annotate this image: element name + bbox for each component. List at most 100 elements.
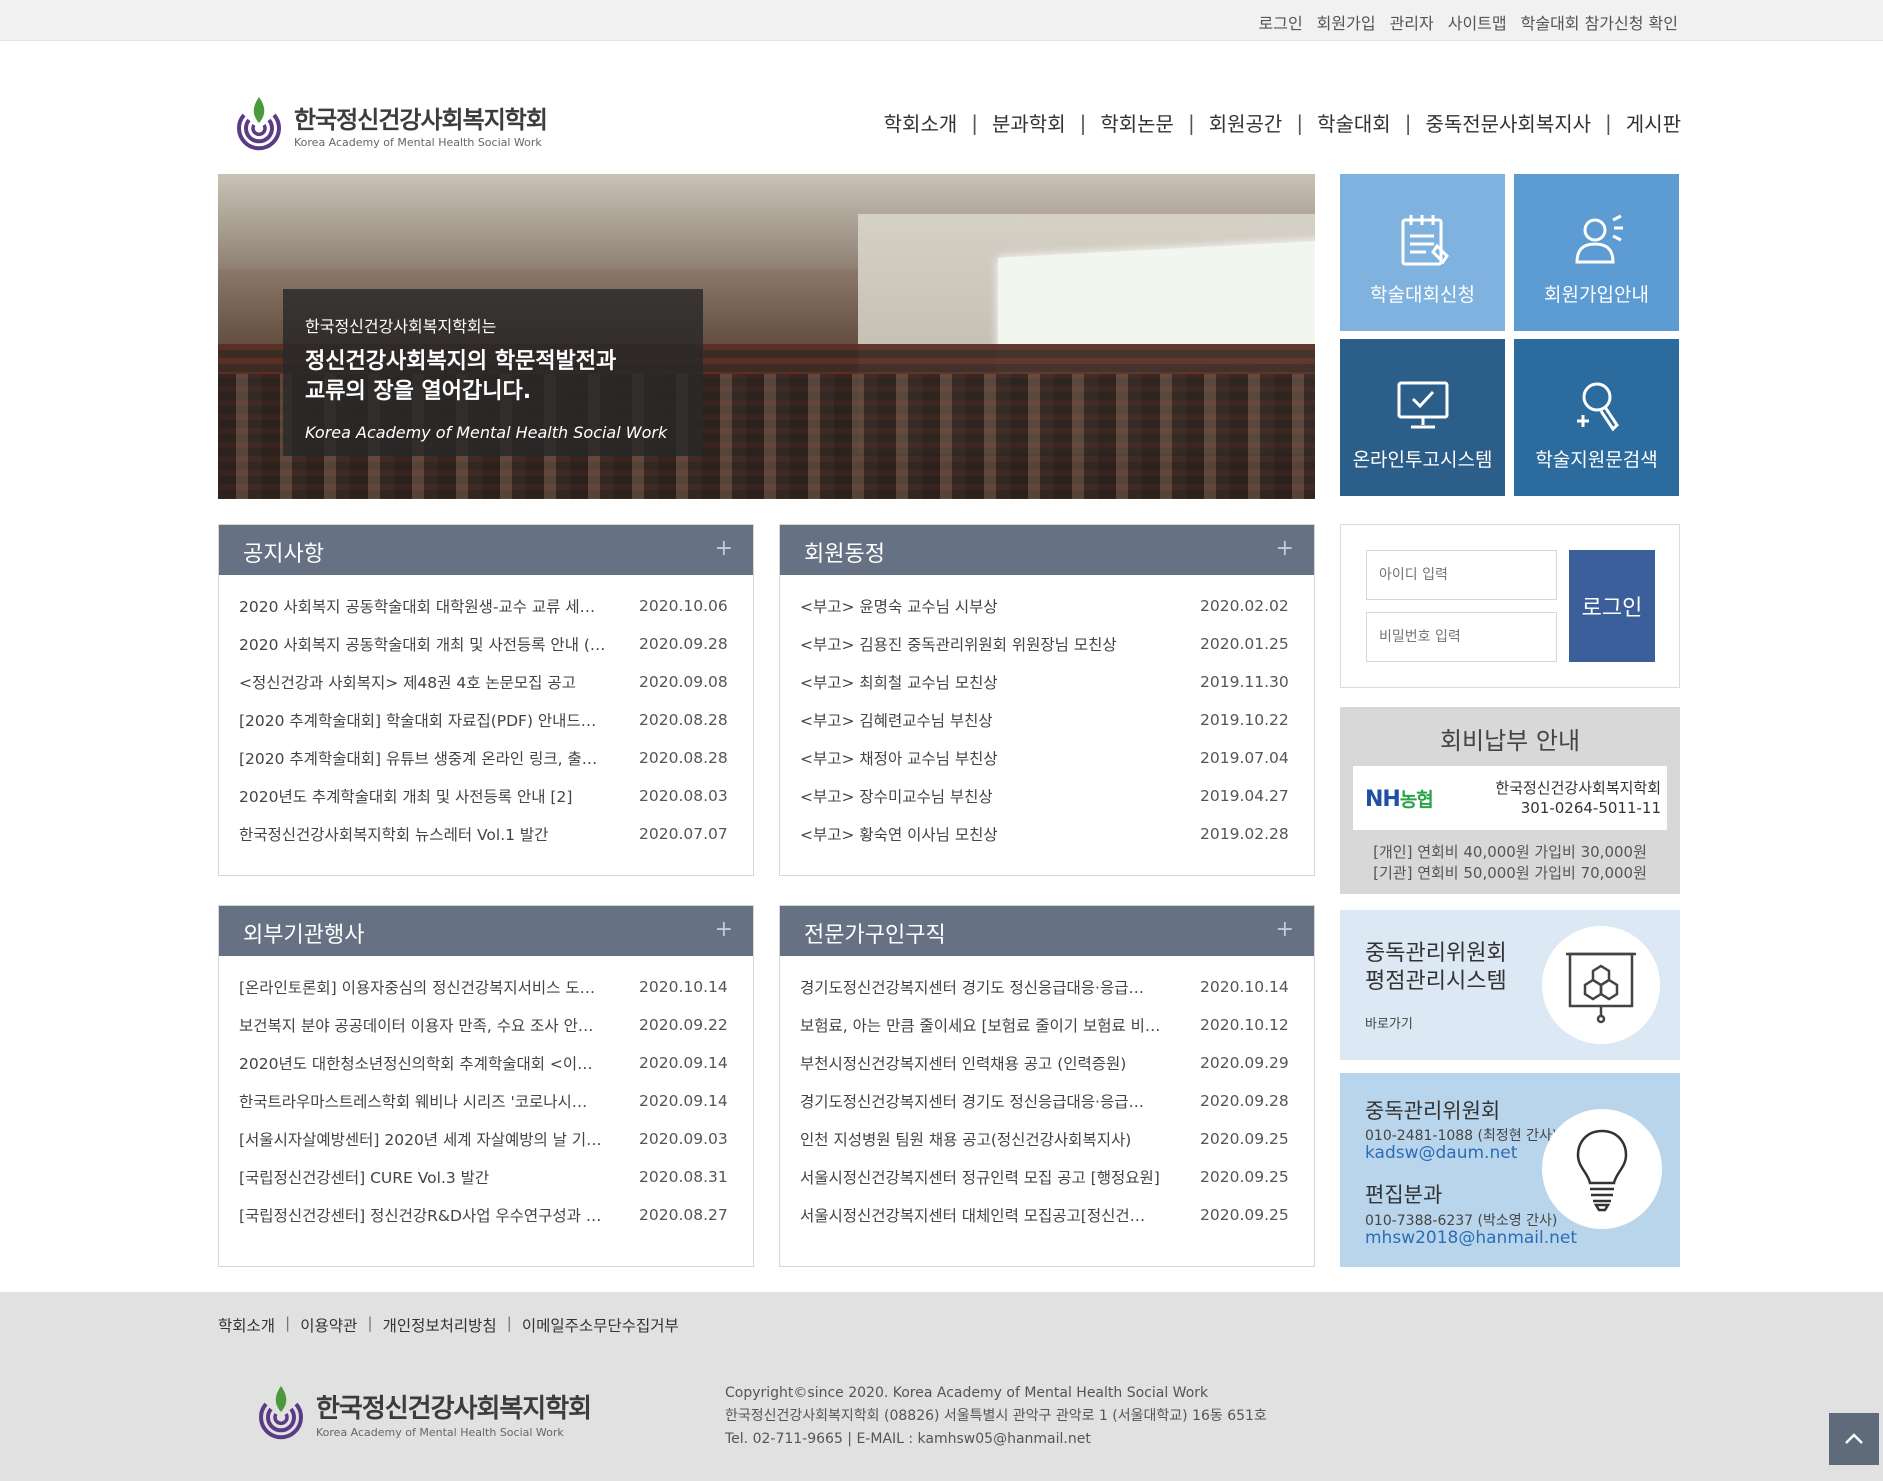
nav-papers[interactable]: 학회논문: [1100, 108, 1174, 137]
user-icon: [1567, 212, 1627, 268]
footer-contact: Tel. 02-711-9665 | E-MAIL : kamhsw05@han…: [725, 1431, 1091, 1447]
list-item[interactable]: [2020 추계학술대회] 학술대회 자료집(PDF) 안내드… 2020.08.…: [219, 701, 753, 739]
list-item[interactable]: 2020년도 추계학술대회 개최 및 사전등록 안내 [2] 2020.08.03: [219, 777, 753, 815]
conference-check-link[interactable]: 학술대회 참가신청 확인: [1521, 10, 1678, 34]
list-item[interactable]: [2020 추계학술대회] 유튜브 생중계 온라인 링크, 출… 2020.08.…: [219, 739, 753, 777]
hero-banner: 한국정신건강사회복지학회는 정신건강사회복지의 학문적발전과 교류의 장을 열어…: [218, 174, 1315, 499]
presentation-board-icon: [1542, 926, 1660, 1044]
footer-email-policy-link[interactable]: 이메일주소무단수집거부: [522, 1314, 679, 1336]
list-item[interactable]: <부고> 김용진 중독관리위원회 위원장님 모친상 2020.01.25: [780, 625, 1314, 663]
list-item[interactable]: <정신건강과 사회복지> 제48권 4호 논문모집 공고 2020.09.08: [219, 663, 753, 701]
nav-board[interactable]: 게시판: [1626, 108, 1681, 137]
nav-divider: |: [1187, 110, 1195, 135]
list-item[interactable]: <부고> 채정아 교수님 부친상 2019.07.04: [780, 739, 1314, 777]
list-item[interactable]: [온라인토론회] 이용자중심의 정신건강복지서비스 도… 2020.10.14: [219, 968, 753, 1006]
shortcut-link[interactable]: 바로가기: [1365, 1013, 1413, 1032]
nav-about[interactable]: 학회소개: [884, 108, 958, 137]
logo-subtitle: Korea Academy of Mental Health Social Wo…: [294, 135, 542, 149]
footer-terms-link[interactable]: 이용약관: [300, 1314, 357, 1336]
list-item[interactable]: 2020년도 대한청소년정신의학회 추계학술대회 <이… 2020.09.14: [219, 1044, 753, 1082]
list-item[interactable]: 부천시정신건강복지센터 인력채용 공고 (인력증원) 2020.09.29: [780, 1044, 1314, 1082]
nav-divider: |: [1296, 110, 1304, 135]
more-plus-icon[interactable]: +: [715, 536, 733, 561]
footer-logo-title: 한국정신건강사회복지학회: [316, 1393, 592, 1424]
list-item[interactable]: 인천 지성병원 팀원 채용 공고(정신건강사회복지사) 2020.09.25: [780, 1120, 1314, 1158]
list-item[interactable]: [서울시자살예방센터] 2020년 세계 자살예방의 날 기… 2020.09.0…: [219, 1120, 753, 1158]
account-holder: 한국정신건강사회복지학회: [1495, 779, 1661, 797]
quick-submission-label: 온라인투고시스템: [1352, 449, 1493, 471]
more-plus-icon[interactable]: +: [1276, 917, 1294, 942]
quick-journal-search[interactable]: 학술지원문검색: [1514, 339, 1679, 496]
chevron-up-icon: [1845, 1433, 1863, 1444]
lightbulb-icon: [1542, 1109, 1662, 1229]
list-item[interactable]: <부고> 장수미교수님 부친상 2019.04.27: [780, 777, 1314, 815]
board-notice: 공지사항 + 2020 사회복지 공동학술대회 대학원생-교수 교류 세… 202…: [218, 524, 754, 876]
quick-online-submission[interactable]: 온라인투고시스템: [1340, 339, 1505, 496]
list-item[interactable]: 경기도정신건강복지센터 경기도 정신응급대응·응급… 2020.10.14: [780, 968, 1314, 1006]
logo-emblem-icon: [230, 93, 288, 155]
committee-title-line2: 평점관리시스템: [1365, 969, 1507, 994]
board-title: 회원동정: [804, 542, 885, 567]
board-header: 전문가구인구직 +: [780, 906, 1314, 956]
fee-personal: [개인] 연회비 40,000원 가입비 30,000원: [1373, 843, 1647, 861]
list-item[interactable]: 경기도정신건강복지센터 경기도 정신응급대응·응급… 2020.09.28: [780, 1082, 1314, 1120]
board-jobs: 전문가구인구직 + 경기도정신건강복지센터 경기도 정신응급대응·응급… 2020…: [779, 905, 1315, 1267]
hero-line2: 정신건강사회복지의 학문적발전과: [305, 349, 617, 374]
search-icon: [1567, 377, 1627, 433]
quick-search-label: 학술지원문검색: [1535, 449, 1658, 471]
nav-divider: |: [971, 110, 978, 135]
list-item[interactable]: <부고> 최희철 교수님 모친상 2019.11.30: [780, 663, 1314, 701]
footer-info: Copyright©since 2020. Korea Academy of M…: [725, 1382, 1267, 1451]
list-item[interactable]: 서울시정신건강복지센터 대체인력 모집공고[정신건… 2020.09.25: [780, 1196, 1314, 1234]
list-item[interactable]: 2020 사회복지 공동학술대회 개최 및 사전등록 안내 (… 2020.09.…: [219, 625, 753, 663]
footer-privacy-link[interactable]: 개인정보처리방침: [383, 1314, 497, 1336]
board-header: 회원동정 +: [780, 525, 1314, 575]
main-nav: 학회소개 | 분과학회 | 학회논문 | 회원공간 | 학술대회 | 중독전문사회복지사 |…: [884, 108, 1681, 137]
quick-conference-apply[interactable]: 학술대회신청: [1340, 174, 1505, 331]
login-button[interactable]: 로그인: [1569, 550, 1655, 662]
signup-link[interactable]: 회원가입: [1317, 10, 1376, 34]
password-input[interactable]: [1366, 612, 1557, 662]
login-link[interactable]: 로그인: [1259, 10, 1303, 34]
footer-logo: 한국정신건강사회복지학회 Korea Academy of Mental Hea…: [252, 1382, 592, 1444]
id-input[interactable]: [1366, 550, 1557, 600]
nav-members[interactable]: 회원공간: [1209, 108, 1283, 137]
footer-links: 학회소개 | 이용약관 | 개인정보처리방침 | 이메일주소무단수집거부: [218, 1314, 679, 1336]
hero-caption: 한국정신건강사회복지학회는 정신건강사회복지의 학문적발전과 교류의 장을 열어…: [283, 289, 703, 456]
addiction-committee-email[interactable]: kadsw@daum.net: [1365, 1143, 1517, 1163]
more-plus-icon[interactable]: +: [715, 917, 733, 942]
nav-addiction[interactable]: 중독전문사회복지사: [1425, 108, 1591, 137]
bank-account-card: NH농협 한국정신건강사회복지학회 301-0264-5011-11: [1353, 766, 1667, 830]
list-item[interactable]: <부고> 김혜련교수님 부친상 2019.10.22: [780, 701, 1314, 739]
nav-conference[interactable]: 학술대회: [1317, 108, 1391, 137]
list-item[interactable]: 한국정신건강사회복지학회 뉴스레터 Vol.1 발간 2020.07.07: [219, 815, 753, 853]
list-item[interactable]: 2020 사회복지 공동학술대회 대학원생-교수 교류 세… 2020.10.06: [219, 587, 753, 625]
footer-address: 한국정신건강사회복지학회 (08826) 서울특별시 관악구 관악로 1 (서울…: [725, 1408, 1267, 1424]
quick-conference-label: 학술대회신청: [1370, 284, 1475, 306]
board-external-events: 외부기관행사 + [온라인토론회] 이용자중심의 정신건강복지서비스 도… 202…: [218, 905, 754, 1267]
quick-membership-guide[interactable]: 회원가입안내: [1514, 174, 1679, 331]
fee-title: 회비납부 안내: [1439, 727, 1581, 755]
sitemap-link[interactable]: 사이트맵: [1448, 10, 1507, 34]
list-item[interactable]: 보건복지 분야 공공데이터 이용자 만족, 수요 조사 안… 2020.09.22: [219, 1006, 753, 1044]
list-item[interactable]: [국립정신건강센터] CURE Vol.3 발간 2020.08.31: [219, 1158, 753, 1196]
nav-divider: |: [1079, 110, 1087, 135]
committee-score-system[interactable]: 중독관리위원회 평점관리시스템 바로가기: [1340, 910, 1680, 1060]
board-title: 전문가구인구직: [804, 923, 946, 948]
list-item[interactable]: 한국트라우마스트레스학회 웨비나 시리즈 '코로나시… 2020.09.14: [219, 1082, 753, 1120]
admin-link[interactable]: 관리자: [1390, 10, 1434, 34]
login-box: 로그인: [1340, 524, 1680, 688]
addiction-committee-phone: 010-2481-1088 (최정현 간사): [1365, 1128, 1558, 1144]
list-item[interactable]: [국립정신건강센터] 정신건강R&D사업 우수연구성과 … 2020.08.27: [219, 1196, 753, 1234]
list-item[interactable]: 보험료, 아는 만큼 줄이세요 [보험료 줄이기 보험료 비… 2020.10.1…: [780, 1006, 1314, 1044]
nav-subgroups[interactable]: 분과학회: [992, 108, 1066, 137]
footer-about-link[interactable]: 학회소개: [218, 1314, 275, 1336]
scroll-to-top-button[interactable]: [1829, 1413, 1879, 1465]
list-item[interactable]: <부고> 황숙연 이사님 모친상 2019.02.28: [780, 815, 1314, 853]
list-item[interactable]: 서울시정신건강복지센터 정규인력 모집 공고 [행정요원] 2020.09.25: [780, 1158, 1314, 1196]
footer-copyright: Copyright©since 2020. Korea Academy of M…: [725, 1385, 1209, 1401]
more-plus-icon[interactable]: +: [1276, 536, 1294, 561]
list-item[interactable]: <부고> 윤명숙 교수님 시부상 2020.02.02: [780, 587, 1314, 625]
site-logo[interactable]: 한국정신건강사회복지학회 Korea Academy of Mental Hea…: [230, 92, 560, 156]
editorial-email[interactable]: mhsw2018@hanmail.net: [1365, 1228, 1577, 1248]
